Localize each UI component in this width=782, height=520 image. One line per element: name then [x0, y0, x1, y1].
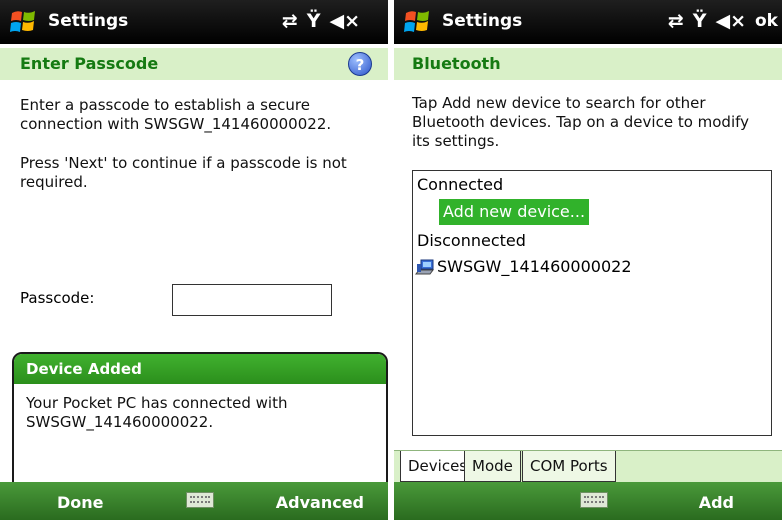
device-name: SWSGW_141460000022: [437, 257, 632, 276]
passcode-label: Passcode:: [20, 289, 95, 307]
page-title: Bluetooth: [412, 54, 501, 73]
passcode-screen: Settings ⇄ Ÿ ◀× Enter Passcode ? Enter a…: [0, 0, 388, 520]
disconnected-group-label: Disconnected: [417, 231, 526, 250]
intro-text: Enter a passcode to establish a secure c…: [20, 96, 332, 133]
add-new-device-item[interactable]: Add new device...: [439, 199, 590, 225]
tab-com-ports[interactable]: COM Ports: [522, 451, 616, 482]
add-button[interactable]: Add: [699, 493, 734, 512]
keyboard-icon[interactable]: [186, 492, 214, 508]
advanced-button[interactable]: Advanced: [276, 493, 364, 512]
softkey-bar: Done Advanced: [0, 482, 388, 520]
windows-start-icon[interactable]: [8, 7, 40, 37]
keyboard-icon[interactable]: [580, 492, 608, 508]
ok-button[interactable]: ok: [755, 11, 778, 31]
softkey-bar: Add: [394, 482, 782, 520]
volume-mute-icon[interactable]: ◀×: [715, 10, 746, 32]
volume-mute-icon[interactable]: ◀×: [329, 10, 360, 32]
bluetooth-screen: Settings ⇄ Ÿ ◀× ok Bluetooth Tap Add new…: [394, 0, 782, 520]
signal-off-icon[interactable]: Ÿ: [307, 10, 321, 32]
done-button[interactable]: Done: [57, 493, 104, 512]
page-header: Bluetooth: [394, 48, 782, 80]
app-title: Settings: [48, 11, 129, 31]
status-icons: ⇄ Ÿ ◀×: [282, 10, 360, 32]
device-row[interactable]: SWSGW_141460000022: [415, 257, 632, 276]
device-list: Connected Add new device... Disconnected…: [412, 170, 772, 436]
app-title: Settings: [442, 11, 523, 31]
computer-device-icon: [415, 259, 434, 274]
tab-mode[interactable]: Mode: [464, 451, 521, 482]
title-bar: Settings ⇄ Ÿ ◀× ok: [394, 0, 782, 44]
note-text: Press 'Next' to continue if a passcode i…: [20, 154, 347, 191]
notification-title: Device Added: [14, 354, 386, 384]
connectivity-icon[interactable]: ⇄: [282, 10, 298, 32]
title-bar: Settings ⇄ Ÿ ◀×: [0, 0, 388, 44]
passcode-input[interactable]: [172, 284, 332, 316]
status-icons: ⇄ Ÿ ◀×: [668, 10, 746, 32]
windows-start-icon[interactable]: [402, 7, 434, 37]
device-added-notification: Device Added Your Pocket PC has connecte…: [12, 352, 388, 492]
page-title: Enter Passcode: [20, 54, 159, 73]
help-icon[interactable]: ?: [348, 52, 372, 76]
notification-body: Your Pocket PC has connected with SWSGW_…: [26, 394, 288, 431]
intro-text: Tap Add new device to search for other B…: [412, 94, 750, 150]
tab-strip: Devices Mode COM Ports: [394, 450, 782, 482]
connectivity-icon[interactable]: ⇄: [668, 10, 684, 32]
connected-group-label: Connected: [417, 175, 504, 194]
signal-off-icon[interactable]: Ÿ: [693, 10, 707, 32]
page-header: Enter Passcode ?: [0, 48, 388, 80]
